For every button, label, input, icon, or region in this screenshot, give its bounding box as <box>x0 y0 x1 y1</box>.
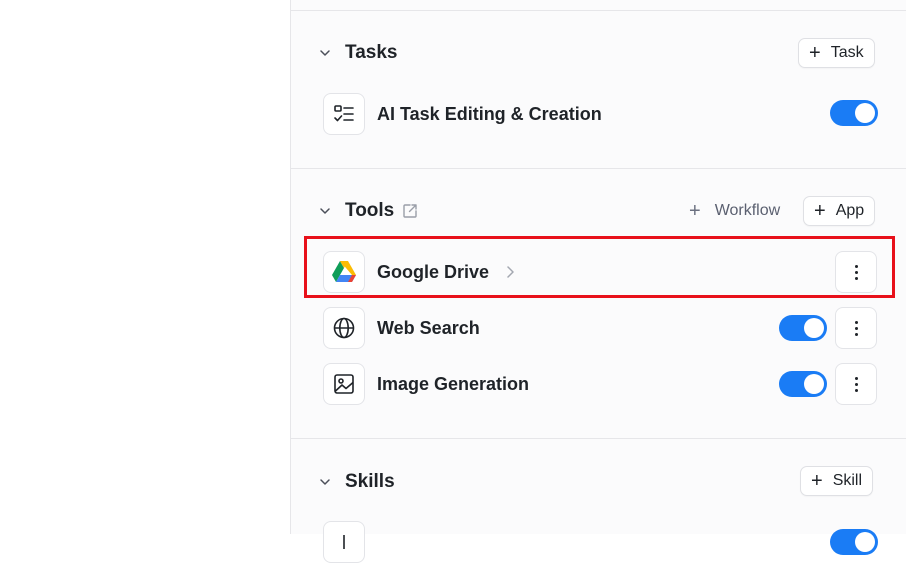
plus-icon: + <box>811 470 823 492</box>
list-item: Web Search <box>291 307 906 351</box>
task-toggle[interactable] <box>830 100 878 126</box>
divider <box>291 168 906 169</box>
more-vertical-icon <box>854 320 858 336</box>
chevron-down-icon[interactable] <box>318 204 332 218</box>
list-item: Image Generation <box>291 363 906 407</box>
add-task-button[interactable]: + Task <box>798 38 875 68</box>
task-item-label: AI Task Editing & Creation <box>377 103 602 124</box>
plus-icon: + <box>814 200 826 222</box>
tasks-title: Tasks <box>345 42 398 63</box>
task-list-icon <box>323 93 365 135</box>
tools-title: Tools <box>345 200 395 221</box>
add-workflow-label: Workflow <box>714 202 781 219</box>
skills-title: Skills <box>345 471 395 492</box>
plus-icon: + <box>809 42 821 64</box>
plus-icon: + <box>689 199 701 222</box>
globe-icon <box>323 307 365 349</box>
add-skill-button[interactable]: + Skill <box>800 466 874 496</box>
add-workflow-button[interactable]: + Workflow <box>689 196 780 226</box>
skill-toggle[interactable] <box>830 529 878 555</box>
left-pane <box>0 0 291 534</box>
more-vertical-icon <box>854 376 858 392</box>
divider <box>291 10 906 11</box>
toggle-knob <box>804 374 824 394</box>
web-search-toggle[interactable] <box>779 315 827 341</box>
toggle-knob <box>855 103 875 123</box>
toggle-knob <box>855 532 875 552</box>
add-app-label: App <box>835 202 865 219</box>
skill-icon <box>323 521 365 563</box>
chevron-down-icon[interactable] <box>318 475 332 489</box>
image-icon <box>323 363 365 405</box>
settings-panel: Tasks + Task AI Task Editing & Creation … <box>291 0 906 563</box>
image-generation-label: Image Generation <box>377 373 530 394</box>
more-options-button[interactable] <box>835 307 877 349</box>
web-search-label: Web Search <box>377 317 480 338</box>
add-task-label: Task <box>830 44 864 61</box>
chevron-down-icon[interactable] <box>318 46 332 60</box>
add-skill-label: Skill <box>832 472 863 489</box>
image-generation-toggle[interactable] <box>779 371 827 397</box>
highlight-box <box>304 236 895 298</box>
toggle-knob <box>804 318 824 338</box>
more-options-button[interactable] <box>835 363 877 405</box>
divider <box>291 438 906 439</box>
list-item: AI Task Editing & Creation <box>291 93 906 137</box>
external-link-icon[interactable] <box>401 202 419 220</box>
add-app-button[interactable]: + App <box>803 196 876 226</box>
